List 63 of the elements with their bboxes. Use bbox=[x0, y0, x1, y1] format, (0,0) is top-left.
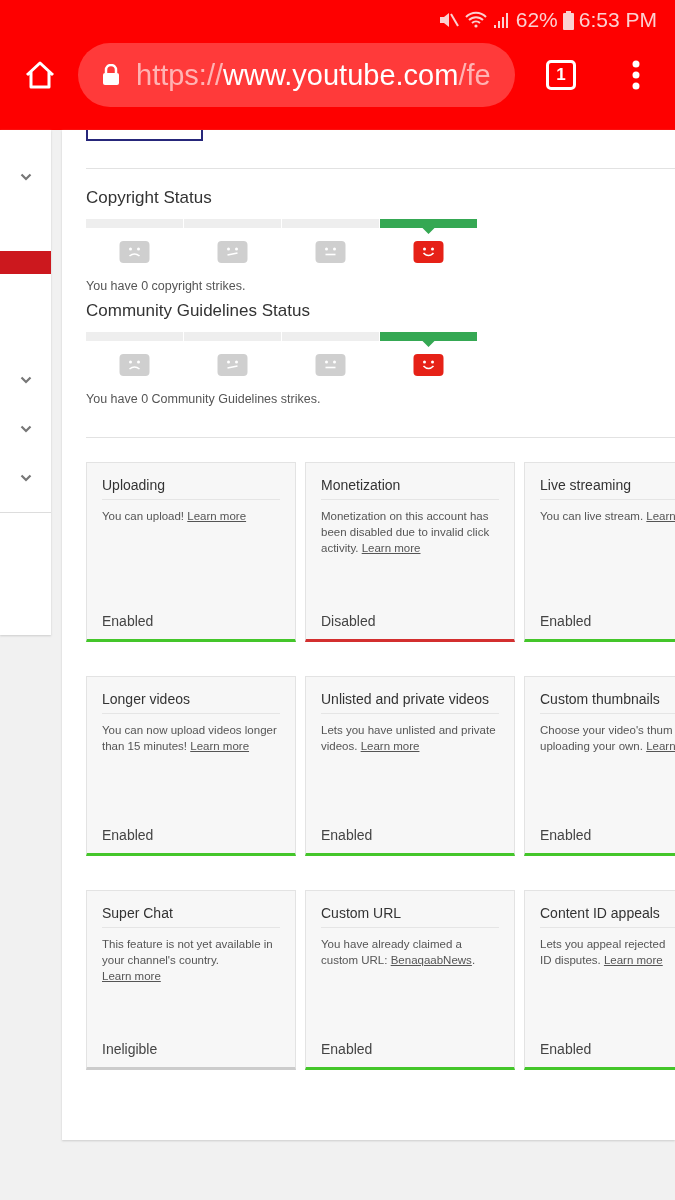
signal-icon bbox=[492, 11, 511, 29]
chevron-down-icon[interactable] bbox=[19, 424, 32, 433]
smiling-face-icon bbox=[413, 354, 444, 376]
feature-status: Enabled bbox=[102, 827, 155, 843]
battery-icon bbox=[562, 10, 574, 30]
feature-description: You can upload! Learn more bbox=[102, 509, 248, 524]
learn-more-link[interactable]: Learn more bbox=[361, 542, 421, 554]
feature-title: Longer videos bbox=[102, 691, 280, 714]
feature-title: Unlisted and private videos bbox=[321, 691, 499, 714]
menu-icon[interactable] bbox=[631, 60, 641, 90]
status-heading: Copyright Status bbox=[86, 187, 213, 209]
address-bar[interactable]: https://www.youtube.com/fe bbox=[78, 43, 515, 107]
chevron-down-icon[interactable] bbox=[19, 172, 32, 181]
feature-status: Enabled bbox=[540, 1041, 593, 1057]
feature-title: Content ID appeals bbox=[540, 905, 675, 928]
chevron-down-icon[interactable] bbox=[19, 375, 32, 384]
neutral-face-icon bbox=[217, 354, 248, 376]
sad-face-icon bbox=[119, 354, 150, 376]
learn-more-link[interactable]: Learn more bbox=[190, 740, 250, 752]
strike-message: You have 0 Community Guidelines strikes. bbox=[86, 391, 322, 407]
feature-description: Monetization on this account has been disabled due to invalid click activity. Learn more bbox=[321, 509, 491, 556]
feature-description: You can now upload videos longer than 15 minutes! Learn more bbox=[102, 723, 278, 754]
feature-description: Lets you have unlisted and private videos. Learn more bbox=[321, 723, 497, 754]
battery-percent: 62% bbox=[515, 8, 558, 32]
lock-icon bbox=[102, 64, 120, 86]
wifi-icon bbox=[463, 11, 488, 29]
feature-status: Ineligible bbox=[102, 1041, 159, 1057]
tab-count-button[interactable]: 1 bbox=[546, 60, 576, 90]
feature-description: Lets you appeal rejected ID disputes. Learn more bbox=[540, 937, 667, 968]
smiling-face-icon bbox=[413, 241, 444, 263]
learn-more-link[interactable]: Learn bbox=[646, 510, 675, 522]
feature-status: Enabled bbox=[540, 613, 593, 629]
chevron-down-icon[interactable] bbox=[19, 473, 32, 482]
home-icon[interactable] bbox=[24, 60, 56, 90]
feature-title: Uploading bbox=[102, 477, 280, 500]
learn-more-link[interactable]: Learn bbox=[646, 740, 675, 752]
strike-message: You have 0 copyright strikes. bbox=[86, 278, 247, 294]
mute-icon bbox=[438, 11, 459, 29]
feature-title: Custom thumbnails bbox=[540, 691, 675, 714]
feature-description: Choose your video's thum uploading your own. Learn bbox=[540, 723, 675, 754]
learn-more-link[interactable]: Learn more bbox=[102, 970, 161, 982]
feature-status: Enabled bbox=[102, 613, 155, 629]
feature-title: Custom URL bbox=[321, 905, 499, 928]
sad-face-icon bbox=[119, 241, 150, 263]
feature-status: Disabled bbox=[321, 613, 377, 629]
feature-description: You have already claimed a custom URL: BenaqaabNews. bbox=[321, 937, 477, 968]
learn-more-link[interactable]: Learn more bbox=[360, 740, 420, 752]
learn-more-link[interactable]: Learn more bbox=[187, 510, 247, 522]
neutral-face-icon bbox=[315, 354, 346, 376]
feature-title: Live streaming bbox=[540, 477, 675, 500]
status-heading: Community Guidelines Status bbox=[86, 300, 311, 322]
learn-more-link[interactable]: BenaqaabNews bbox=[390, 954, 472, 966]
feature-status: Enabled bbox=[540, 827, 593, 843]
neutral-face-icon bbox=[217, 241, 248, 263]
learn-more-link[interactable]: Learn more bbox=[603, 954, 663, 966]
feature-description: You can live stream. Learn bbox=[540, 509, 675, 524]
clock: 6:53 PM bbox=[578, 8, 657, 32]
neutral-face-icon bbox=[315, 241, 346, 263]
feature-status: Enabled bbox=[321, 1041, 374, 1057]
feature-title: Super Chat bbox=[102, 905, 280, 928]
feature-status: Enabled bbox=[321, 827, 374, 843]
feature-title: Monetization bbox=[321, 477, 499, 500]
feature-description: This feature is not yet available in your channel's country. Learn more bbox=[102, 937, 274, 984]
